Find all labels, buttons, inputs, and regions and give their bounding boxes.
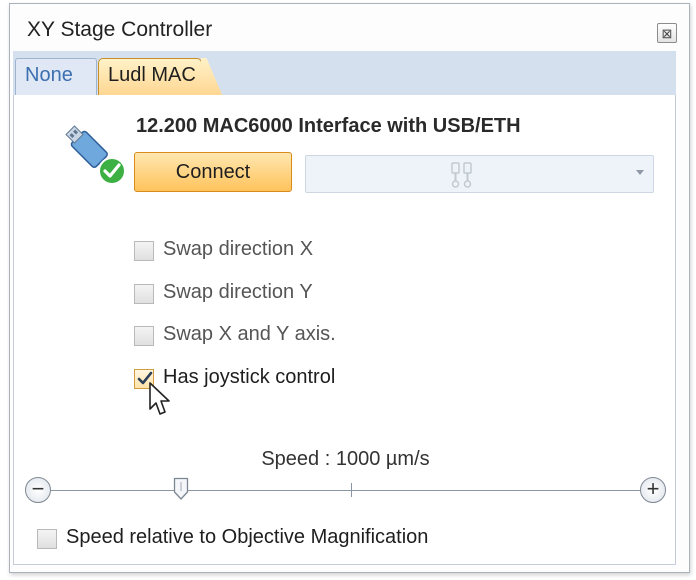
tab-strip: None Ludl MAC (13, 51, 676, 97)
speed-relative-checkbox[interactable] (37, 529, 57, 549)
chevron-down-icon[interactable] (636, 170, 644, 175)
close-button[interactable]: ⊠ (657, 23, 677, 43)
swap-xy-axis-label: Swap X and Y axis. (163, 323, 336, 345)
speed-decrease-button[interactable]: − (25, 477, 51, 503)
window-title: XY Stage Controller (27, 18, 213, 41)
usb-plug-icon (451, 162, 472, 188)
mouse-pointer-icon (149, 382, 170, 415)
usb-connected-icon (65, 125, 126, 185)
speed-slider-track[interactable] (51, 490, 640, 491)
device-name: 12.200 MAC6000 Interface with USB/ETH (136, 115, 521, 137)
tab-panel-ludl-mac: 12.200 MAC6000 Interface with USB/ETH Co… (13, 95, 676, 565)
swap-direction-x-checkbox[interactable] (134, 241, 154, 261)
port-select[interactable] (305, 155, 654, 193)
speed-slider-thumb[interactable] (173, 477, 189, 501)
connect-button[interactable]: Connect (134, 152, 292, 192)
tab-none[interactable]: None (15, 58, 97, 96)
swap-xy-axis-checkbox[interactable] (134, 326, 154, 346)
speed-slider-center-tick (351, 483, 352, 497)
speed-relative-label: Speed relative to Objective Magnificatio… (66, 526, 429, 548)
swap-direction-y-checkbox[interactable] (134, 284, 154, 304)
swap-direction-x-label: Swap direction X (163, 238, 314, 260)
title-bar: XY Stage Controller ⊠ (10, 4, 689, 54)
tab-ludl-mac[interactable]: Ludl MAC (98, 58, 202, 97)
speed-label: Speed : 1000 µm/s (261, 448, 430, 470)
speed-increase-button[interactable]: + (640, 477, 666, 503)
swap-direction-y-label: Swap direction Y (163, 281, 313, 303)
joystick-control-label: Has joystick control (163, 366, 336, 388)
